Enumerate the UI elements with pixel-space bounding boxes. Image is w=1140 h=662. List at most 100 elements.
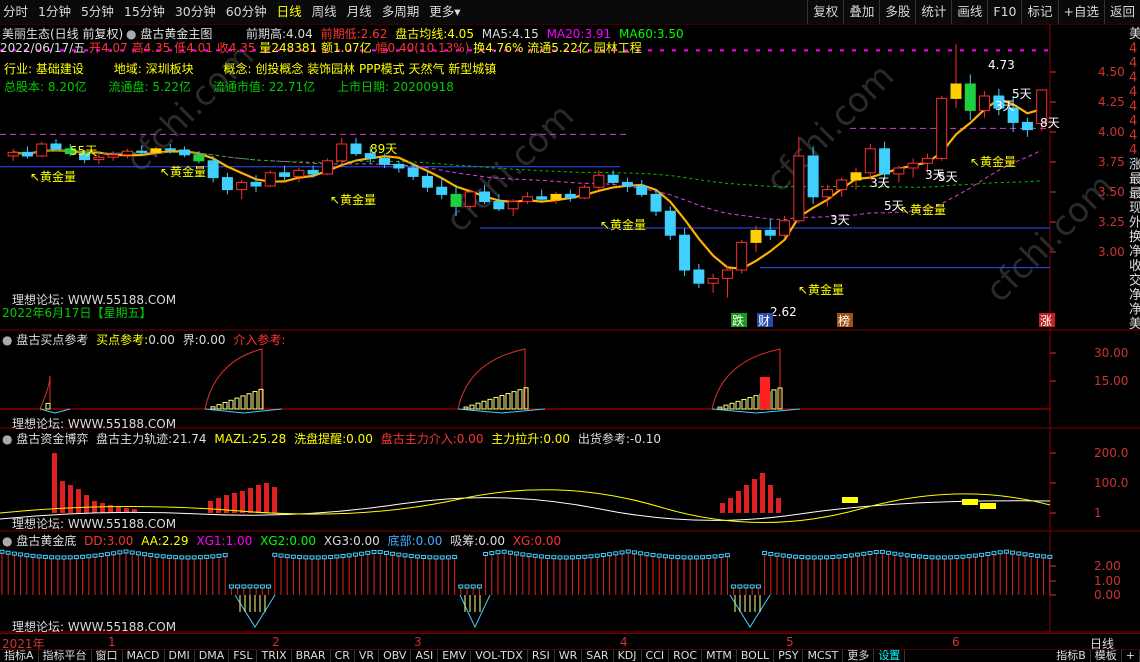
golden-dot	[464, 584, 470, 589]
toolbar-button-8[interactable]: 返回	[1103, 0, 1140, 24]
capital-bar	[736, 491, 741, 513]
dropdown-icon[interactable]: ●	[2, 333, 12, 347]
indicator-tab-23[interactable]: PSY	[774, 650, 804, 662]
golden-dot	[185, 555, 191, 560]
golden-dot	[433, 555, 439, 560]
golden-dot	[55, 555, 61, 560]
golden-bottom-panel[interactable]: 2.00 1.00 0.00 ● 盘古黄金底 DD:3.00 AA:2.29 XG1…	[0, 532, 1140, 634]
indicator-tab-12[interactable]: ASI	[411, 650, 439, 662]
period-tab-0[interactable]: 分时	[0, 0, 31, 24]
golden-dot	[1028, 553, 1034, 558]
period-tab-9[interactable]: 多周期	[379, 0, 423, 24]
indicator-tab-16[interactable]: WR	[555, 650, 583, 662]
candle-body	[921, 157, 933, 164]
period-tab-5[interactable]: 60分钟	[223, 0, 270, 24]
capital-game-header: ● 盘古资金博弈 盘古主力轨迹:21.74 MAZL:25.28 洗盘提醒:0.…	[2, 432, 661, 446]
indicator-tab-22[interactable]: BOLL	[737, 650, 775, 662]
chart-annotation: ↖黄金量	[798, 282, 844, 297]
period-tab-1[interactable]: 1分钟	[35, 0, 74, 24]
indicator-tab-15[interactable]: RSI	[528, 650, 555, 662]
right-info-char: 涨	[1129, 158, 1140, 173]
golden-dot	[445, 555, 451, 560]
candle-body	[407, 167, 419, 177]
toolbar-button-7[interactable]: +自选	[1057, 0, 1104, 24]
indicator-tab-24[interactable]: MCST	[803, 650, 844, 662]
indicator-tab-6[interactable]: FSL	[229, 650, 258, 662]
toolbar-button-5[interactable]: F10	[987, 0, 1021, 24]
toolbar-button-3[interactable]: 统计	[915, 0, 951, 24]
industry-line: 行业: 基础建设 地域: 深圳板块 概念: 创投概念 装饰园林 PPP模式 天然…	[4, 62, 497, 76]
golden-dot	[24, 553, 30, 558]
golden-dot	[377, 549, 383, 554]
golden-dot	[278, 553, 284, 558]
y-tick-label: 3.75	[1098, 155, 1125, 169]
toolbar-button-1[interactable]: 叠加	[843, 0, 879, 24]
y-tick-label: 3.25	[1098, 215, 1125, 229]
indicator-tab-7[interactable]: TRIX	[257, 650, 292, 662]
buy-curve	[39, 375, 51, 410]
capital-game-panel[interactable]: 200.0 100.0 1 ● 盘古资金博弈 盘古主力轨迹:21.74 MAZL:2…	[0, 429, 1140, 532]
golden-dot	[898, 552, 904, 557]
indicator-tab-21[interactable]: MTM	[702, 650, 737, 662]
period-tab-4[interactable]: 30分钟	[172, 0, 219, 24]
indicator-tab-8[interactable]: BRAR	[292, 650, 331, 662]
period-tab-8[interactable]: 月线	[344, 0, 375, 24]
period-tab-3[interactable]: 15分钟	[121, 0, 168, 24]
candle-body	[136, 150, 148, 153]
toolbar-button-4[interactable]: 画线	[951, 0, 987, 24]
buy-sub-line	[39, 408, 71, 414]
buy-bar	[517, 389, 523, 410]
candle-body	[121, 150, 133, 156]
period-tab-7[interactable]: 周线	[309, 0, 340, 24]
buy-bar	[240, 395, 246, 410]
right-info-char: 4	[1129, 100, 1137, 115]
indicator-tab-14[interactable]: VOL-TDX	[471, 650, 528, 662]
candle-body	[579, 186, 591, 199]
indicator-tab-13[interactable]: EMV	[438, 650, 472, 662]
toolbar-button-0[interactable]: 复权	[807, 0, 843, 24]
golden-dot	[700, 555, 706, 560]
capital-bar	[256, 485, 261, 513]
main-price-panel[interactable]: cfchi.com cfchi.com cfchi.com cfchi.com 4.50…	[0, 24, 1140, 331]
golden-dot	[867, 550, 873, 555]
indicator-tab-0[interactable]: 指标A	[0, 650, 39, 662]
indicator-tab-1[interactable]: 指标平台	[39, 650, 92, 662]
y-tick-label: 1	[1094, 506, 1102, 520]
period-tab-2[interactable]: 5分钟	[78, 0, 117, 24]
indicator-tab-5[interactable]: DMA	[195, 650, 230, 662]
bottom-right-tab-1[interactable]: 模板	[1091, 650, 1122, 662]
indicator-tab-10[interactable]: VR	[355, 650, 380, 662]
indicator-tab-2[interactable]: 窗口	[92, 650, 123, 662]
indicator-tab-25[interactable]: 更多	[843, 650, 875, 662]
buy-point-panel[interactable]: 30.00 15.00 ● 盘古买点参考 买点参考:0.00 界:0.00 介入参…	[0, 331, 1140, 431]
chart-annotation: 89天	[370, 142, 397, 156]
indicator-tab-17[interactable]: SAR	[582, 650, 614, 662]
golden-dot	[526, 553, 532, 558]
indicator-tab-9[interactable]: CR	[331, 650, 355, 662]
indicator-tab-18[interactable]: KDJ	[614, 650, 642, 662]
golden-dot	[582, 554, 588, 559]
golden-dot	[892, 551, 898, 556]
golden-dot	[359, 551, 365, 556]
indicator-tab-3[interactable]: MACD	[123, 650, 165, 662]
indicator-tab-11[interactable]: OBV	[379, 650, 412, 662]
candle-body	[936, 97, 948, 159]
indicator-tab-20[interactable]: ROC	[669, 650, 703, 662]
toolbar-button-6[interactable]: 标记	[1021, 0, 1057, 24]
buy-bar	[45, 402, 51, 410]
candle-body	[493, 201, 505, 210]
dropdown-icon[interactable]: ●	[2, 432, 12, 446]
bottom-right-tab-0[interactable]: 指标B	[1052, 650, 1091, 662]
period-tab-10[interactable]: 更多▾	[426, 0, 463, 24]
candle-body	[807, 155, 819, 198]
toolbar-button-2[interactable]: 多股	[879, 0, 915, 24]
indicator-tab-26[interactable]: 设置	[874, 650, 906, 662]
indicator-tab-4[interactable]: DMI	[165, 650, 195, 662]
candle-body	[236, 181, 248, 191]
period-tab-6[interactable]: 日线	[274, 0, 305, 24]
indicator-tab-19[interactable]: CCI	[642, 650, 670, 662]
capital-bar	[68, 485, 73, 513]
bottom-right-tab-2[interactable]: +	[1122, 650, 1140, 662]
candle-body	[836, 179, 848, 191]
dropdown-icon[interactable]: ●	[2, 534, 12, 548]
